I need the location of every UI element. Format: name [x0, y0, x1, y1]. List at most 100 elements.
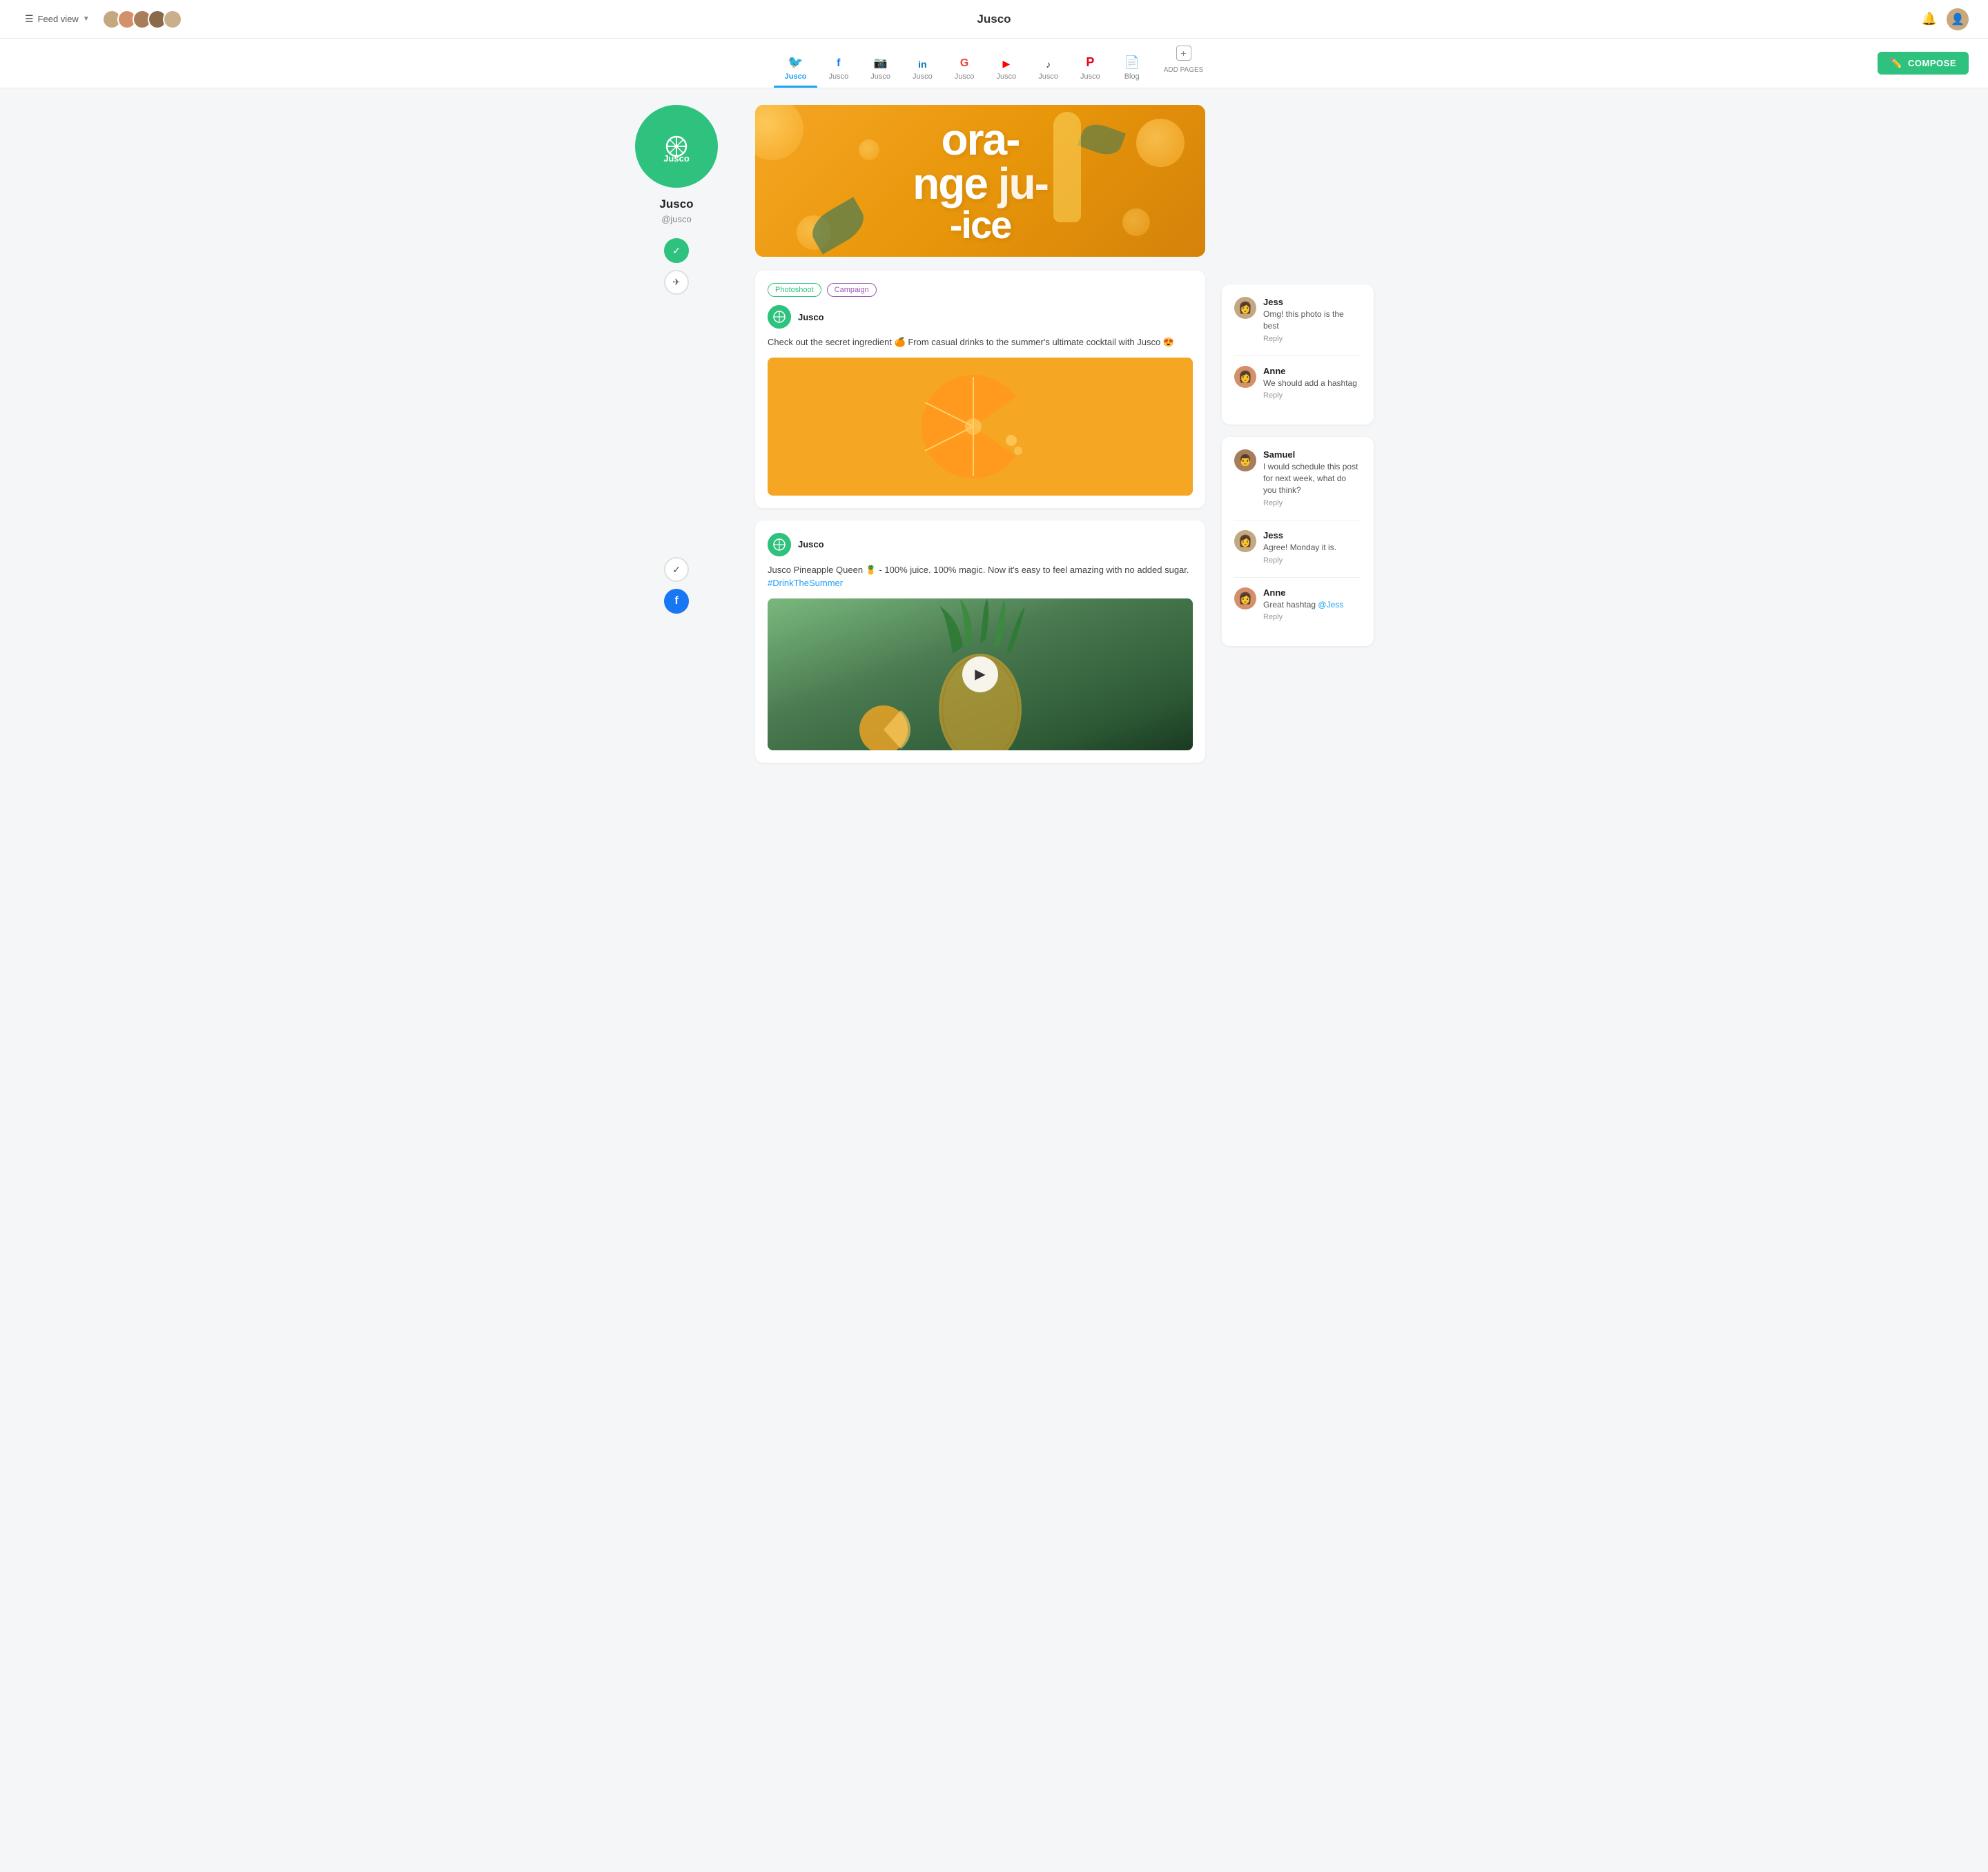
commenter-name: Samuel: [1263, 449, 1361, 460]
post-text-2: Jusco Pineapple Queen 🍍 - 100% juice. 10…: [768, 563, 1193, 590]
logo-icon: Jusco: [656, 126, 697, 167]
notification-bell-icon[interactable]: 🔔: [1922, 12, 1937, 26]
play-button[interactable]: ▶: [962, 656, 998, 692]
nav-label-google: Jusco: [955, 72, 975, 88]
profile-card: Jusco Jusco @jusco: [614, 105, 739, 224]
reply-link[interactable]: Reply: [1263, 499, 1361, 507]
post-image-1: [768, 358, 1193, 496]
comment-text: We should add a hashtag: [1263, 378, 1357, 389]
profile-handle: @jusco: [614, 214, 739, 224]
jusco-logo-small: [768, 305, 791, 329]
commenter-name: Jess: [1263, 297, 1361, 307]
nav-item-youtube[interactable]: ▶ Jusco: [985, 51, 1027, 88]
nav-label-pinterest: Jusco: [1080, 72, 1100, 88]
blog-icon: 📄: [1124, 55, 1140, 70]
nav-item-instagram[interactable]: 📷 Jusco: [859, 49, 902, 88]
post2-author: Jusco: [768, 533, 1193, 556]
comment-item: 👩 Jess Omg! this photo is the best Reply: [1234, 297, 1361, 343]
team-avatars: [102, 10, 182, 29]
feed-view-button[interactable]: ☰ Feed view ▼: [19, 10, 95, 28]
nav-label-twitter: Jusco: [785, 72, 807, 88]
comment-text: Omg! this photo is the best: [1263, 309, 1361, 332]
facebook-action-button[interactable]: f: [664, 589, 689, 614]
main-layout: Jusco Jusco @jusco ✓ ✈ ✓ f: [601, 88, 1387, 792]
post2-author-avatar: [768, 533, 791, 556]
comment-body: Anne We should add a hashtag Reply: [1263, 366, 1357, 400]
send-action-button[interactable]: ✈: [664, 270, 689, 295]
comment-text: Agree! Monday it is.: [1263, 542, 1336, 554]
reply-link[interactable]: Reply: [1263, 391, 1357, 400]
comment-text: Great hashtag @Jess: [1263, 599, 1343, 611]
nav-item-pinterest[interactable]: P Jusco: [1069, 48, 1111, 88]
instagram-icon: 📷: [874, 56, 888, 70]
comment-item: 👨 Samuel I would schedule this post for …: [1234, 449, 1361, 507]
compose-label: COMPOSE: [1908, 58, 1956, 68]
facebook-icon: f: [837, 57, 840, 70]
nav-label-linkedin: Jusco: [913, 72, 933, 88]
post-card-1: Photoshoot Campaign Jusco Check out the …: [755, 271, 1205, 508]
tag-photoshoot[interactable]: Photoshoot: [768, 283, 821, 297]
header-left: ☰ Feed view ▼: [19, 10, 182, 29]
nav-item-linkedin[interactable]: in Jusco: [902, 52, 944, 88]
pinterest-icon: P: [1086, 55, 1094, 70]
youtube-icon: ▶: [1002, 58, 1010, 70]
post-text-1: Check out the secret ingredient 🍊 From c…: [768, 335, 1193, 349]
nav-label-tiktok: Jusco: [1038, 72, 1058, 88]
nav-item-twitter[interactable]: 🐦 Jusco: [774, 48, 818, 88]
tiktok-icon: ♪: [1046, 59, 1051, 70]
linkedin-icon: in: [918, 59, 926, 70]
comments-area: 👩 Jess Omg! this photo is the best Reply…: [1222, 105, 1374, 775]
edit-icon: ✏️: [1890, 57, 1902, 69]
nav-label-facebook: Jusco: [828, 72, 848, 88]
nav-bar: 🐦 Jusco f Jusco 📷 Jusco in Jusco G Jusco…: [0, 39, 1988, 88]
comment-body: Anne Great hashtag @Jess Reply: [1263, 587, 1343, 622]
compose-button[interactable]: ✏️ COMPOSE: [1878, 52, 1969, 75]
comment-avatar-samuel: 👨: [1234, 449, 1256, 471]
post-video-thumb[interactable]: ▶: [768, 598, 1193, 750]
reply-link[interactable]: Reply: [1263, 335, 1361, 343]
sidebar: Jusco Jusco @jusco ✓ ✈ ✓ f: [614, 105, 739, 775]
reply-link[interactable]: Reply: [1263, 613, 1343, 621]
app-header: ☰ Feed view ▼ Jusco 🔔 👤: [0, 0, 1988, 39]
comment-body: Jess Agree! Monday it is. Reply: [1263, 530, 1336, 565]
comment-avatar-jess-2: 👩: [1234, 530, 1256, 552]
nav-item-google[interactable]: G Jusco: [944, 50, 986, 88]
nav-item-facebook[interactable]: f Jusco: [817, 50, 859, 88]
approve-post2-button[interactable]: ✓: [664, 557, 689, 582]
sidebar-actions: ✓ ✈: [614, 238, 739, 295]
mention-jess: @Jess: [1318, 600, 1343, 610]
nav-item-tiktok[interactable]: ♪ Jusco: [1027, 52, 1069, 88]
comment-item: 👩 Anne We should add a hashtag Reply: [1234, 366, 1361, 400]
app-title: Jusco: [977, 12, 1011, 26]
nav-item-blog[interactable]: 📄 Blog: [1111, 48, 1153, 88]
commenter-name: Anne: [1263, 587, 1343, 598]
nav-label-instagram: Jusco: [870, 72, 890, 88]
feed-view-label: Feed view: [38, 14, 79, 24]
comment-avatar-anne-1: 👩: [1234, 366, 1256, 388]
nav-label-add-pages: ADD PAGES: [1164, 66, 1204, 81]
post-author-avatar: [768, 305, 791, 329]
approve-action-button[interactable]: ✓: [664, 238, 689, 263]
banner-image: ora- nge ju- -ice: [755, 105, 1205, 257]
menu-icon: ☰: [25, 13, 34, 25]
reply-link[interactable]: Reply: [1263, 556, 1336, 565]
header-right: 🔔 👤: [1922, 8, 1969, 30]
comments-block-1: 👩 Jess Omg! this photo is the best Reply…: [1222, 284, 1374, 425]
nav-item-add-pages[interactable]: + ADD PAGES: [1153, 39, 1215, 88]
tag-campaign[interactable]: Campaign: [827, 283, 877, 297]
post-tags: Photoshoot Campaign: [768, 283, 1193, 297]
post-author: Jusco: [768, 305, 1193, 329]
user-avatar[interactable]: 👤: [1947, 8, 1969, 30]
comment-divider: [1234, 355, 1361, 356]
twitter-icon: 🐦: [788, 55, 803, 70]
jusco-logo-small-2: [768, 533, 791, 556]
feed-area: ora- nge ju- -ice Photoshoot Campaign: [755, 105, 1205, 775]
comment-text: I would schedule this post for next week…: [1263, 461, 1361, 496]
profile-name: Jusco: [614, 197, 739, 211]
nav-wrapper: 🐦 Jusco f Jusco 📷 Jusco in Jusco G Jusco…: [0, 39, 1988, 88]
commenter-name: Anne: [1263, 366, 1357, 376]
post-author-name: Jusco: [798, 312, 824, 322]
hashtag-drink-summer: #DrinkTheSummer: [768, 578, 843, 588]
banner-line2: nge ju-: [913, 162, 1048, 206]
banner-line1: ora-: [913, 117, 1048, 162]
